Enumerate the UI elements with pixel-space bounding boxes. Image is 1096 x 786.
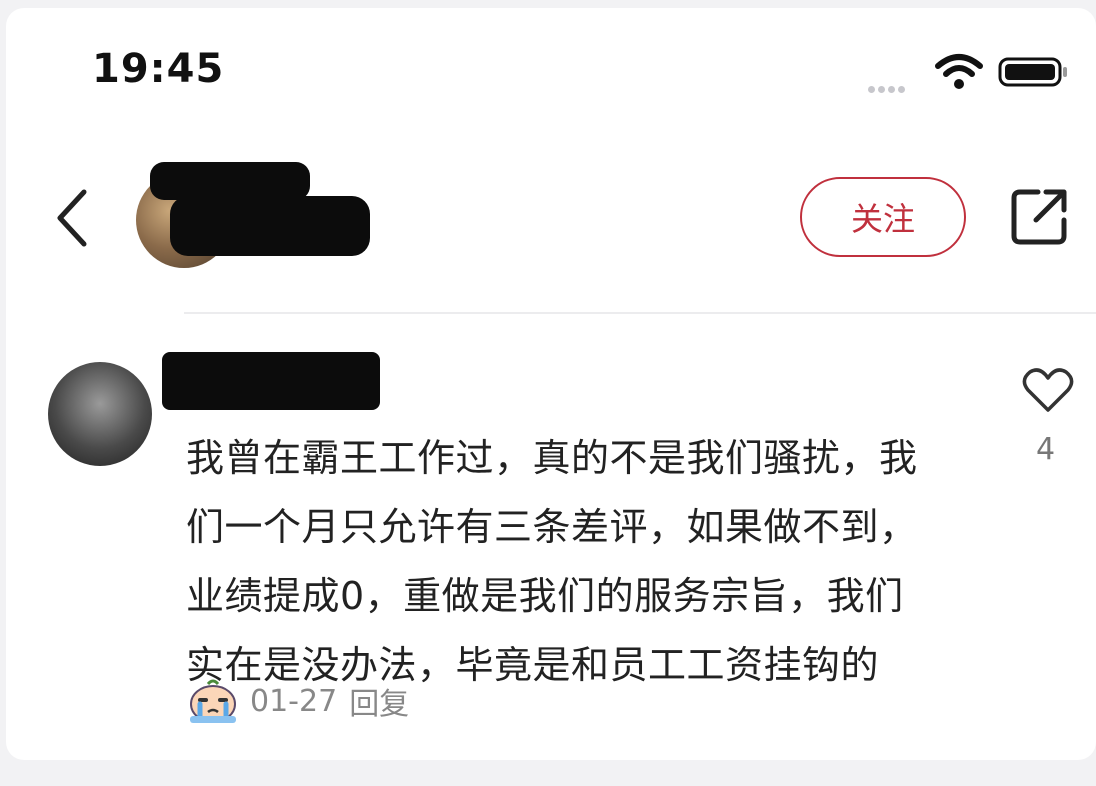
status-time: 19:45 bbox=[92, 46, 225, 92]
comment-line: 我曾在霸王工作过，真的不是我们骚扰，我 bbox=[186, 436, 918, 480]
like-count: 4 bbox=[1036, 432, 1056, 467]
share-icon[interactable] bbox=[1008, 186, 1070, 248]
comment-date: 01-27 bbox=[250, 683, 338, 719]
battery-icon bbox=[998, 57, 1067, 87]
wifi-icon bbox=[935, 54, 983, 89]
follow-button[interactable]: 关注 bbox=[800, 177, 966, 257]
crying-emoji-icon bbox=[190, 679, 236, 723]
author-name-redaction bbox=[150, 162, 310, 200]
signal-icon bbox=[868, 78, 908, 97]
comment-line: 业绩提成0，重做是我们的服务宗旨，我们 bbox=[186, 574, 904, 618]
heart-icon[interactable] bbox=[1022, 366, 1074, 414]
comment-text: 我曾在霸王工作过，真的不是我们骚扰，我 们一个月只允许有三条差评，如果做不到， … bbox=[186, 424, 986, 700]
comment-line: 们一个月只允许有三条差评，如果做不到， bbox=[186, 505, 918, 549]
reply-button[interactable]: 回复 bbox=[349, 679, 409, 723]
back-chevron-icon[interactable] bbox=[50, 186, 94, 250]
author-name-redaction bbox=[170, 196, 370, 256]
commenter-name-redaction bbox=[162, 352, 380, 410]
commenter-avatar[interactable] bbox=[48, 362, 152, 466]
comment-footer: 01-27 回复 bbox=[186, 676, 409, 726]
divider bbox=[184, 312, 1096, 314]
